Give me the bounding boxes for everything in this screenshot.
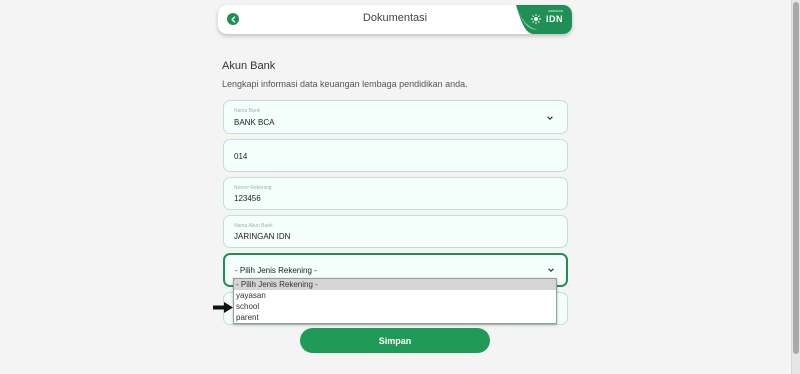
chevron-down-icon — [548, 268, 554, 273]
chevron-down-icon — [547, 116, 553, 121]
dropdown-option[interactable]: yayasan — [234, 290, 556, 301]
bank-code-value: 014 — [234, 152, 248, 161]
scrollbar-thumb[interactable] — [793, 2, 799, 354]
save-button[interactable]: Simpan — [300, 328, 490, 353]
section-description: Lengkapi informasi data keuangan lembaga… — [222, 79, 468, 89]
dropdown-option[interactable]: - Pilih Jenis Rekening - — [234, 279, 556, 290]
sun-icon — [531, 14, 541, 24]
account-number-value: 123456 — [234, 194, 261, 203]
arrow-right-icon — [213, 302, 233, 313]
brand-logo: JARINGAN IDN — [514, 5, 572, 34]
account-name-value: JARINGAN IDN — [234, 232, 291, 241]
bank-name-value: BANK BCA — [234, 118, 275, 127]
bank-name-label: Nama Bank — [234, 108, 261, 114]
section-title: Akun Bank — [222, 60, 276, 72]
top-bar: Dokumentasi JARINGAN IDN — [218, 5, 572, 34]
account-name-label: Nama Akun Bank — [234, 223, 273, 229]
account-type-dropdown: - Pilih Jenis Rekening - yayasan school … — [233, 278, 557, 324]
account-number-label: Nomor Rekening — [234, 185, 272, 191]
scrollbar[interactable] — [791, 0, 800, 374]
bank-name-select[interactable]: Nama Bank BANK BCA — [223, 100, 568, 134]
brand-badge-shape — [516, 5, 572, 34]
dropdown-option[interactable]: school — [234, 301, 556, 312]
account-type-value: - Pilih Jenis Rekening - — [235, 266, 317, 275]
bank-code-field[interactable]: 014 — [223, 139, 568, 172]
dropdown-option[interactable]: parent — [234, 312, 556, 323]
account-number-field[interactable]: Nomor Rekening 123456 — [223, 177, 568, 210]
brand-small-text: JARINGAN — [547, 9, 563, 13]
brand-text: IDN — [546, 14, 563, 24]
account-name-field[interactable]: Nama Akun Bank JARINGAN IDN — [223, 215, 568, 248]
